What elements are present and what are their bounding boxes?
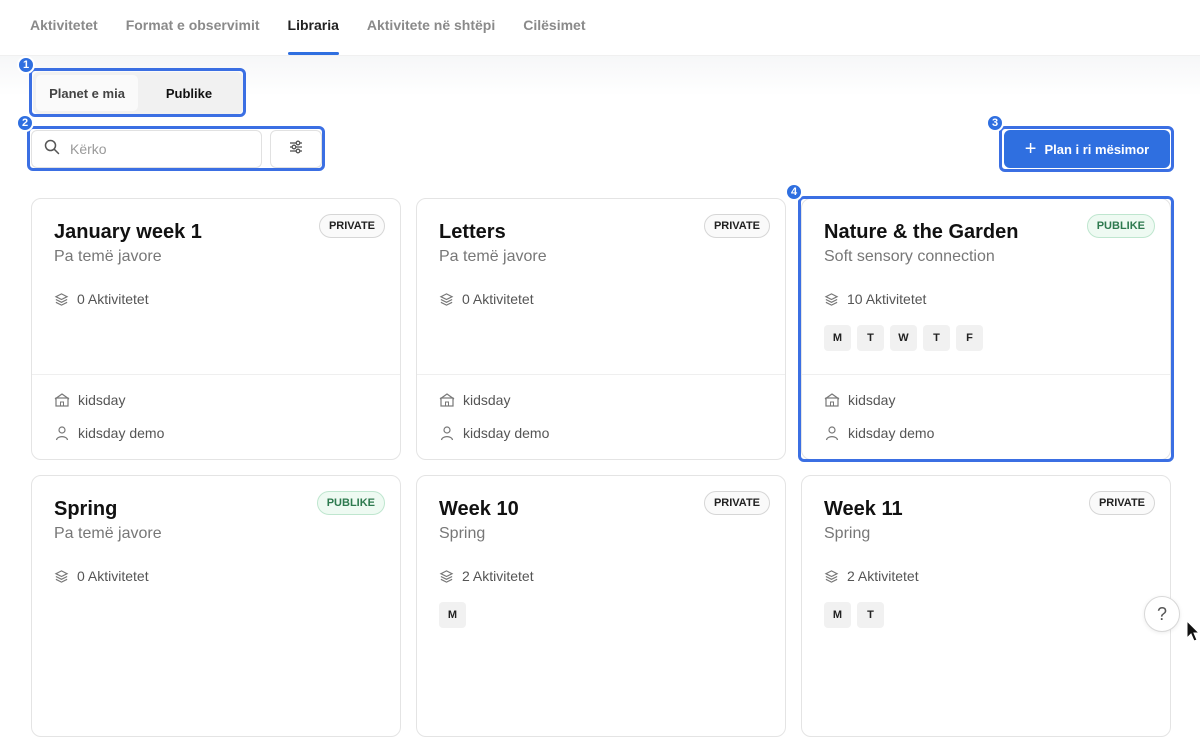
activity-count: 10 Aktivitetet	[824, 291, 926, 307]
mouse-cursor-icon	[1186, 619, 1200, 647]
layers-icon	[54, 569, 69, 583]
search-box	[31, 130, 262, 168]
day-chip: F	[956, 325, 983, 351]
card-subtitle: Spring	[824, 525, 871, 542]
activity-count: 0 Aktivitetet	[54, 568, 149, 584]
card-subtitle: Soft sensory connection	[824, 248, 995, 265]
card-subtitle: Pa temë javore	[54, 248, 162, 265]
card-title: Letters	[439, 221, 506, 243]
step-marker-4: 4	[785, 183, 803, 201]
segment-public[interactable]: Publike	[138, 75, 240, 111]
day-chips: M T W T F	[824, 325, 989, 351]
plan-card[interactable]: Week 11 Spring PRIVATE 2 Aktivitetet M T	[801, 475, 1171, 737]
card-title: Week 11	[824, 498, 903, 520]
activity-count: 0 Aktivitetet	[54, 291, 149, 307]
layers-icon	[824, 292, 839, 306]
status-badge: PRIVATE	[703, 214, 770, 238]
tab-aktivitetet[interactable]: Aktivitetet	[30, 0, 98, 56]
status-badge: PRIVATE	[703, 491, 770, 515]
card-org: kidsday	[54, 392, 125, 408]
school-icon	[824, 393, 840, 407]
card-subtitle: Pa temë javore	[439, 248, 547, 265]
step-marker-1: 1	[17, 56, 35, 74]
card-subtitle: Pa temë javore	[54, 525, 162, 542]
school-icon	[54, 393, 70, 407]
day-chips: M T	[824, 602, 890, 628]
step-marker-2: 2	[16, 114, 34, 132]
search-input[interactable]	[70, 141, 240, 157]
activity-count: 2 Aktivitetet	[439, 568, 534, 584]
user-icon	[440, 426, 454, 441]
card-org: kidsday	[439, 392, 510, 408]
layers-icon	[439, 569, 454, 583]
day-chip: M	[824, 325, 851, 351]
plan-card[interactable]: Nature & the Garden Soft sensory connect…	[801, 198, 1171, 460]
tab-libraria[interactable]: Libraria	[287, 0, 340, 56]
sliders-icon	[288, 139, 304, 160]
step-marker-3: 3	[986, 114, 1004, 132]
plans-segmented-control: Planet e mia Publike	[33, 72, 243, 114]
card-title: Week 10	[439, 498, 519, 520]
plan-card[interactable]: Letters Pa temë javore PRIVATE 0 Aktivit…	[416, 198, 786, 460]
activity-count: 0 Aktivitetet	[439, 291, 534, 307]
help-button[interactable]: ?	[1144, 596, 1180, 632]
card-title: Spring	[54, 498, 118, 520]
layers-icon	[824, 569, 839, 583]
tab-format-e-observimit[interactable]: Format e observimit	[126, 0, 260, 56]
day-chip: T	[857, 602, 884, 628]
card-divider	[32, 374, 400, 375]
card-divider	[802, 374, 1170, 375]
new-lesson-plan-button[interactable]: + Plan i ri mësimor	[1004, 130, 1170, 168]
day-chip: T	[857, 325, 884, 351]
layers-icon	[54, 292, 69, 306]
question-icon: ?	[1156, 603, 1167, 624]
activity-count: 2 Aktivitetet	[824, 568, 919, 584]
status-badge: PRIVATE	[1088, 491, 1155, 515]
card-subtitle: Spring	[439, 525, 486, 542]
user-icon	[55, 426, 69, 441]
tab-aktivitete-ne-shtepi[interactable]: Aktivitete në shtëpi	[367, 0, 495, 56]
plan-card[interactable]: Spring Pa temë javore PUBLIKE 0 Aktivite…	[31, 475, 401, 737]
card-owner: kidsday demo	[54, 425, 164, 441]
status-badge: PUBLIKE	[316, 491, 385, 515]
status-badge: PUBLIKE	[1086, 214, 1155, 238]
card-divider	[417, 374, 785, 375]
card-org: kidsday	[824, 392, 895, 408]
plus-icon: +	[1024, 138, 1037, 160]
layers-icon	[439, 292, 454, 306]
card-title: January week 1	[54, 221, 202, 243]
day-chip: M	[439, 602, 466, 628]
top-navigation: Aktivitetet Format e observimit Libraria…	[0, 0, 1200, 56]
new-plan-label: Plan i ri mësimor	[1044, 141, 1150, 157]
status-badge: PRIVATE	[318, 214, 385, 238]
plan-card[interactable]: Week 10 Spring PRIVATE 2 Aktivitetet M	[416, 475, 786, 737]
card-title: Nature & the Garden	[824, 221, 1019, 243]
day-chip: W	[890, 325, 917, 351]
card-owner: kidsday demo	[824, 425, 934, 441]
school-icon	[439, 393, 455, 407]
tab-cilesimet[interactable]: Cilësimet	[523, 0, 585, 56]
day-chip: T	[923, 325, 950, 351]
search-icon	[44, 139, 60, 160]
day-chip: M	[824, 602, 851, 628]
filter-button[interactable]	[270, 130, 322, 168]
day-chips: M	[439, 602, 472, 628]
segment-my-plans[interactable]: Planet e mia	[36, 75, 138, 111]
plan-card[interactable]: January week 1 Pa temë javore PRIVATE 0 …	[31, 198, 401, 460]
user-icon	[825, 426, 839, 441]
card-owner: kidsday demo	[439, 425, 549, 441]
